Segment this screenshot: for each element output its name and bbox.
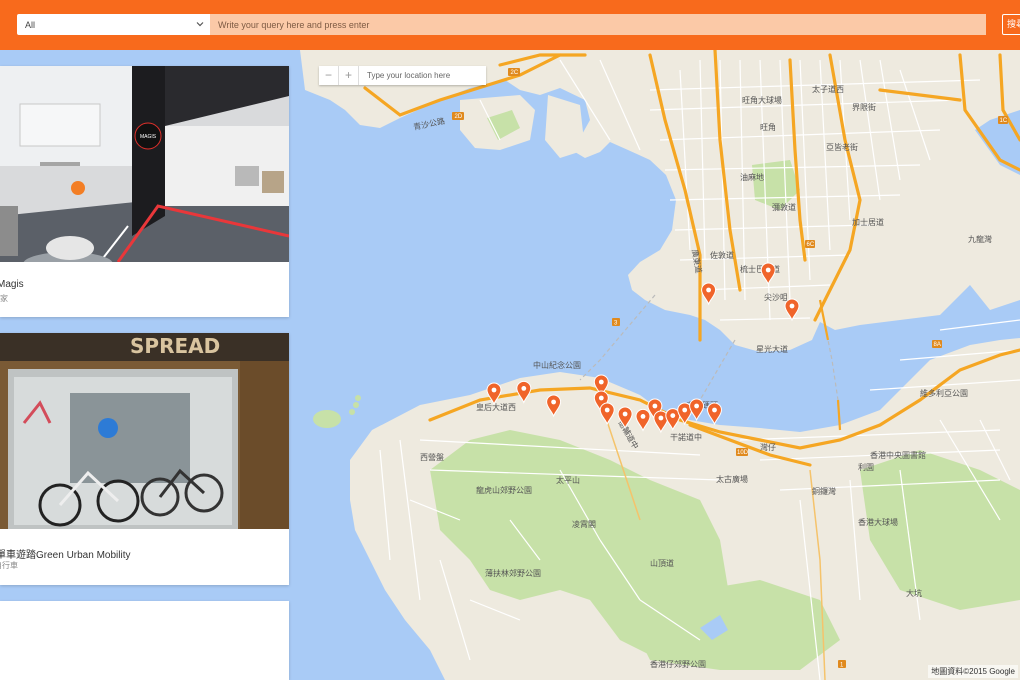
place-label: 九龍灣 <box>968 234 992 244</box>
place-label: 西營盤 <box>420 452 444 462</box>
shop-sign-text: SPREAD <box>130 334 220 358</box>
place-label: 加士居道 <box>852 217 884 227</box>
place-label: 太子道西 <box>812 84 844 94</box>
place-label: 中山紀念公園 <box>533 360 581 370</box>
result-card-green-urban-mobility[interactable]: SPREAD 單車遊踏Green Urban Mobility 自行車 <box>0 333 289 585</box>
route-number-1c: 1C <box>1000 118 1008 124</box>
route-number-2c: 2C <box>511 70 519 76</box>
route-number-6c: 6C <box>807 242 815 248</box>
place-label: 利園 <box>858 462 874 472</box>
result-card-magis[interactable]: MAGIS Magis 家具 <box>0 66 289 317</box>
card-title[interactable]: 單車遊踏Green Urban Mobility <box>0 546 280 561</box>
place-label: 凌霄閣 <box>572 519 596 529</box>
bike-shop-photo: SPREAD <box>0 333 289 529</box>
place-label: 太古廣場 <box>716 474 748 484</box>
magis-sign-text: MAGIS <box>140 134 157 140</box>
place-label: 龍虎山郊野公園 <box>476 485 532 495</box>
place-label: 大坑 <box>906 588 922 598</box>
place-label: 太平山 <box>556 475 580 485</box>
place-label: 亞皆老街 <box>826 142 858 152</box>
route-number-2d: 2D <box>455 114 463 120</box>
place-label: 彌敦道 <box>772 202 796 212</box>
place-label: 旺角 <box>760 122 776 132</box>
place-label: 油麻地 <box>740 172 764 182</box>
place-label: 皇后大道西 <box>476 402 516 412</box>
place-label: 山頂道 <box>650 558 674 568</box>
place-label: 香港中央圖書館 <box>870 450 926 460</box>
card-photo-magis: MAGIS <box>0 66 289 262</box>
place-label: 尖沙咀 <box>764 292 788 302</box>
place-label: 界限街 <box>852 102 876 112</box>
top-search-bar: All 搜尋 <box>0 0 1020 50</box>
magis-store-photo: MAGIS <box>0 66 289 262</box>
place-label: 灣仔 <box>760 442 776 452</box>
place-label: 佐敦道 <box>710 250 734 260</box>
route-number-10d: 10D <box>737 450 749 456</box>
query-input[interactable] <box>210 14 986 35</box>
map-controls: − + <box>319 66 486 85</box>
route-number-8a: 8A <box>934 342 941 348</box>
islet-2 <box>353 402 359 408</box>
zoom-in-button[interactable]: + <box>339 66 359 85</box>
result-card-placeholder[interactable] <box>0 601 289 680</box>
place-label: 香港大球場 <box>858 517 898 527</box>
place-label: 干諾道中 <box>670 432 702 442</box>
search-button[interactable]: 搜尋 <box>1002 14 1020 35</box>
islet-1 <box>349 409 355 415</box>
map-attribution[interactable]: 地圖資料©2015 Google <box>928 665 1018 678</box>
category-select[interactable]: All <box>17 14 210 35</box>
place-label: 銅鑼灣 <box>812 486 836 496</box>
place-label: 香港仔郊野公園 <box>650 659 706 669</box>
place-label: 薄扶林郊野公園 <box>485 568 541 578</box>
card-category: 家具 <box>0 294 8 303</box>
chevron-down-icon <box>196 22 204 27</box>
place-label: 旺角大球場 <box>742 95 782 105</box>
location-input[interactable] <box>359 66 486 85</box>
zoom-out-button[interactable]: − <box>319 66 339 85</box>
card-category: 自行車 <box>0 561 18 570</box>
card-title[interactable]: Magis <box>0 279 280 290</box>
category-selected-value: All <box>25 19 36 30</box>
islet-3 <box>355 395 361 401</box>
green-island <box>313 410 341 428</box>
place-label: 星光大道 <box>756 344 788 354</box>
card-photo-bike-shop: SPREAD <box>0 333 289 529</box>
place-label: 維多利亞公園 <box>920 388 968 398</box>
